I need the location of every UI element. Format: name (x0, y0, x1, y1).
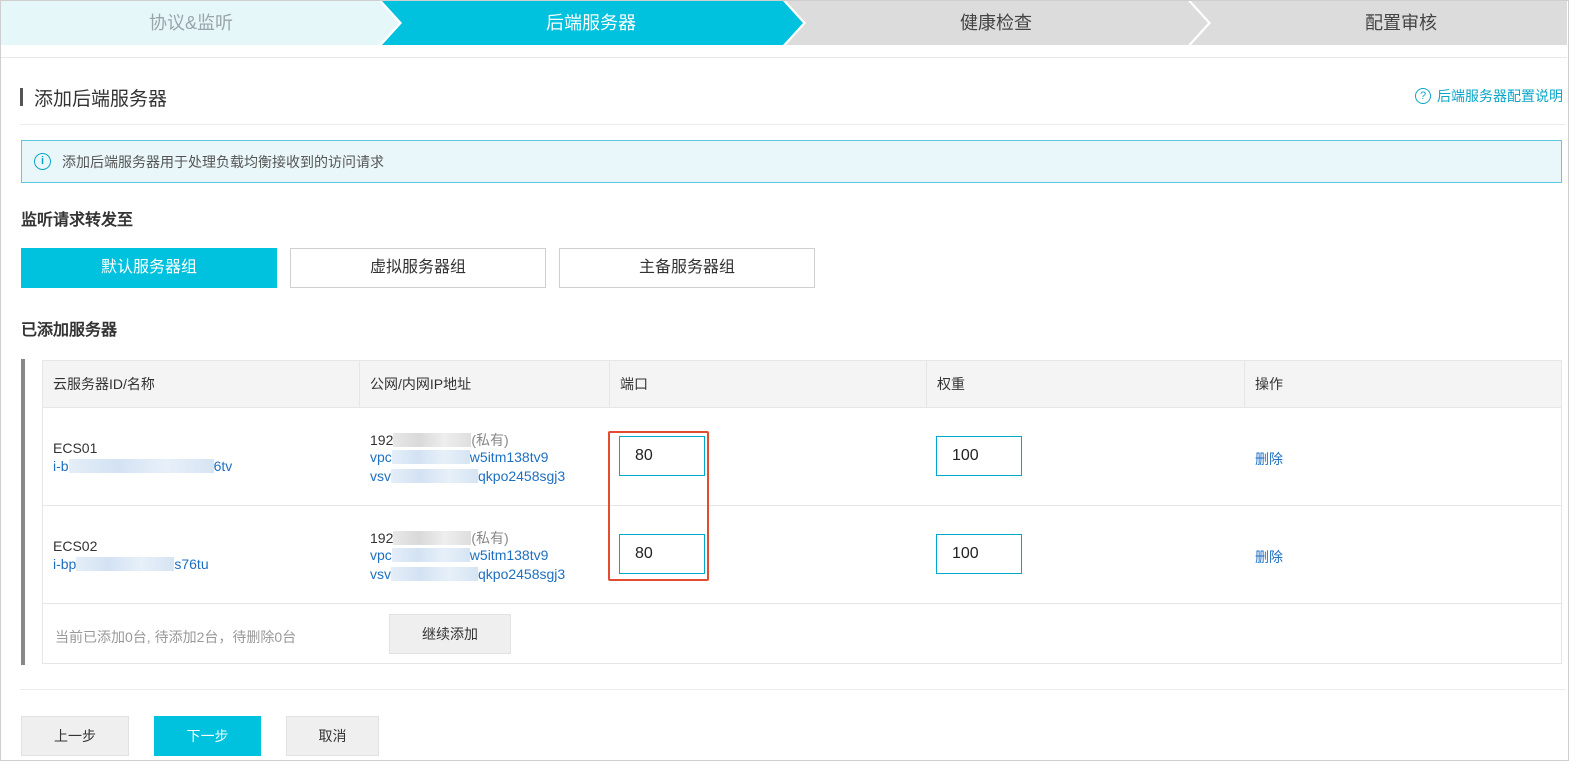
vpc-prefix: vpc (370, 449, 392, 465)
step-backend-servers[interactable]: 后端服务器 (386, 1, 796, 45)
redacted-mask (391, 548, 470, 562)
server-id-prefix: i-bp (53, 556, 77, 572)
server-name: ECS02 (53, 538, 98, 554)
redacted-mask (76, 557, 175, 571)
redacted-mask (391, 450, 470, 464)
question-circle-icon: ? (1415, 88, 1431, 104)
next-step-button[interactable]: 下一步 (154, 716, 261, 756)
vswitch-link[interactable]: vsv qkpo2458sgj3 (370, 468, 565, 484)
redacted-mask (391, 567, 478, 581)
server-id-link[interactable]: i-bp s76tu (53, 556, 209, 572)
table-row: ECS02 i-bp s76tu 192 (私有) vpc w5itm138tv9 v… (43, 506, 1561, 604)
backend-config-help-link[interactable]: ? 后端服务器配置说明 (1415, 86, 1563, 106)
section-divider (20, 124, 1566, 125)
vsw-suffix: qkpo2458sgj3 (478, 468, 566, 484)
delete-link[interactable]: 删除 (1255, 547, 1283, 567)
action-cell: 删除 (1245, 408, 1561, 506)
column-header-server-id: 云服务器ID/名称 (43, 361, 360, 408)
vsw-prefix: vsv (370, 566, 391, 582)
weight-cell (927, 506, 1245, 604)
info-text: 添加后端服务器用于处理负载均衡接收到的访问请求 (62, 153, 384, 170)
server-cell: ECS01 i-b 6tv (43, 408, 360, 506)
action-cell: 删除 (1245, 506, 1561, 604)
servers-table: 云服务器ID/名称 公网/内网IP地址 端口 权重 操作 ECS01 i-b 6t… (42, 360, 1562, 664)
ip-type: (私有) (471, 530, 509, 546)
column-header-port: 端口 (610, 361, 927, 408)
delete-link[interactable]: 删除 (1255, 449, 1283, 469)
port-highlight-annotation (608, 431, 709, 581)
info-circle-icon: i (34, 153, 51, 170)
vswitch-link[interactable]: vsv qkpo2458sgj3 (370, 566, 565, 582)
help-link-label: 后端服务器配置说明 (1437, 88, 1563, 104)
vsw-prefix: vsv (370, 468, 391, 484)
column-header-weight: 权重 (927, 361, 1245, 408)
weight-cell (927, 408, 1245, 506)
server-id-prefix: i-b (53, 458, 69, 474)
redacted-mask (393, 531, 472, 545)
wizard-steps: 协议&监听 后端服务器 健康检查 配置审核 (1, 1, 1567, 45)
ip-address: 192 (私有) (370, 528, 509, 548)
virtual-server-group-button[interactable]: 虚拟服务器组 (290, 248, 546, 288)
step-config-review[interactable]: 配置审核 (1196, 1, 1569, 45)
table-header: 云服务器ID/名称 公网/内网IP地址 端口 权重 操作 (43, 361, 1561, 408)
ip-cell: 192 (私有) vpc w5itm138tv9 vsv qkpo2458sgj3 (360, 408, 610, 506)
weight-input[interactable] (936, 436, 1022, 476)
added-servers-label: 已添加服务器 (21, 322, 118, 339)
step-health-check[interactable]: 健康检查 (791, 1, 1201, 45)
step-protocol-listener[interactable]: 协议&监听 (1, 1, 381, 45)
server-id-link[interactable]: i-b 6tv (53, 458, 232, 474)
info-banner: i 添加后端服务器用于处理负载均衡接收到的访问请求 (21, 140, 1562, 183)
section-title: 添加后端服务器 (34, 89, 168, 110)
server-id-suffix: s76tu (174, 556, 209, 572)
vpc-prefix: vpc (370, 547, 392, 563)
weight-input[interactable] (936, 534, 1022, 574)
ip-prefix: 192 (370, 530, 394, 546)
cancel-button[interactable]: 取消 (286, 716, 379, 756)
continue-add-button[interactable]: 继续添加 (389, 614, 511, 654)
redacted-mask (68, 459, 214, 473)
vpc-suffix: w5itm138tv9 (469, 547, 549, 563)
vpc-link[interactable]: vpc w5itm138tv9 (370, 547, 548, 563)
column-header-actions: 操作 (1255, 376, 1283, 392)
ip-type: (私有) (471, 432, 509, 448)
vpc-suffix: w5itm138tv9 (469, 449, 549, 465)
ip-cell: 192 (私有) vpc w5itm138tv9 vsv qkpo2458sgj3 (360, 506, 610, 604)
ip-prefix: 192 (370, 432, 394, 448)
redacted-mask (391, 469, 478, 483)
vpc-link[interactable]: vpc w5itm138tv9 (370, 449, 548, 465)
ip-address: 192 (私有) (370, 430, 509, 450)
section-title-bar (20, 88, 23, 106)
server-count-summary: 当前已添加0台, 待添加2台，待删除0台 (55, 629, 297, 645)
default-server-group-button[interactable]: 默认服务器组 (21, 248, 277, 288)
previous-step-button[interactable]: 上一步 (21, 716, 129, 756)
redacted-mask (393, 433, 472, 447)
table-row: ECS01 i-b 6tv 192 (私有) vpc w5itm138tv9 vsv q… (43, 408, 1561, 506)
server-cell: ECS02 i-bp s76tu (43, 506, 360, 604)
master-slave-server-group-button[interactable]: 主备服务器组 (559, 248, 815, 288)
table-footer: 当前已添加0台, 待添加2台，待删除0台 继续添加 (43, 604, 1561, 664)
server-name: ECS01 (53, 440, 98, 456)
servers-table-wrapper: 云服务器ID/名称 公网/内网IP地址 端口 权重 操作 ECS01 i-b 6t… (21, 359, 1562, 665)
vsw-suffix: qkpo2458sgj3 (478, 566, 566, 582)
forward-label: 监听请求转发至 (21, 212, 134, 229)
steps-divider (1, 57, 1567, 58)
server-id-suffix: 6tv (213, 458, 233, 474)
footer-divider (20, 689, 1566, 690)
column-header-ip: 公网/内网IP地址 (360, 361, 610, 408)
